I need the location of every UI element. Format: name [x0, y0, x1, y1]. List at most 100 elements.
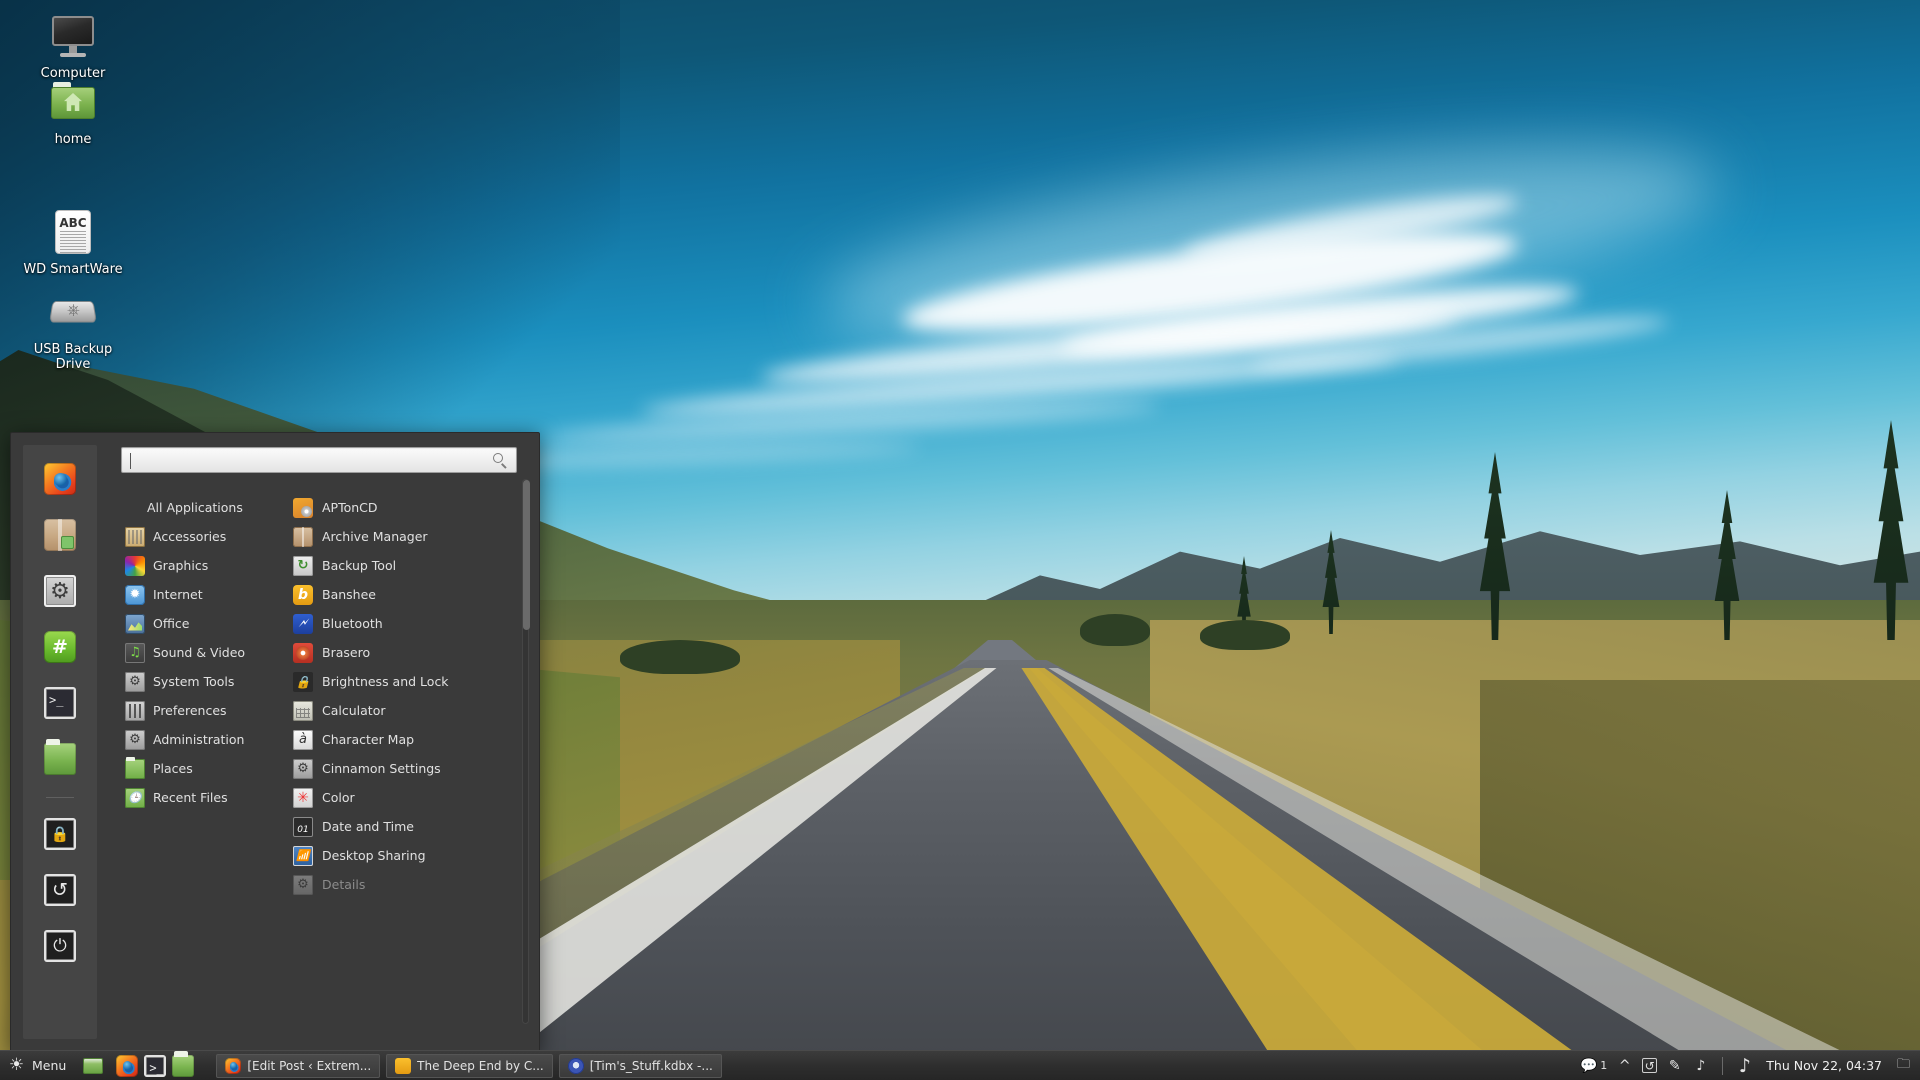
application-brasero[interactable]: Brasero [287, 638, 529, 667]
favorite-shutdown[interactable] [40, 926, 80, 966]
application-backup-tool[interactable]: Backup Tool [287, 551, 529, 580]
quicklaunch-firefox-icon[interactable] [116, 1054, 139, 1077]
category-label: System Tools [153, 674, 235, 689]
application-color[interactable]: Color [287, 783, 529, 812]
application-list-scrollbar[interactable] [522, 479, 530, 1024]
favorite-log-out[interactable] [40, 870, 80, 910]
folder-icon [44, 739, 76, 775]
category-internet[interactable]: Internet [119, 580, 287, 609]
cinnamon-application-menu[interactable]: All Applications Accessories Graphics In… [10, 432, 540, 1052]
application-archive-manager[interactable]: Archive Manager [287, 522, 529, 551]
favorite-system-settings[interactable] [40, 571, 80, 611]
category-label: All Applications [147, 500, 243, 515]
scrollbar-thumb[interactable] [523, 480, 530, 630]
hash-chat-icon [44, 631, 76, 663]
favorite-lock-screen[interactable] [40, 814, 80, 854]
category-office[interactable]: Office [119, 609, 287, 638]
favorites-separator [46, 797, 74, 798]
quick-launch-area[interactable] [106, 1050, 195, 1077]
desktop-icon-wd-smartware[interactable]: ABC WD SmartWare [18, 208, 128, 277]
application-desktop-sharing[interactable]: Desktop Sharing [287, 841, 529, 870]
application-label: Calculator [322, 703, 386, 718]
menu-category-list[interactable]: All Applications Accessories Graphics In… [119, 491, 287, 1039]
power-icon [44, 930, 76, 962]
window-button-firefox[interactable]: [Edit Post ‹ Extrem... [216, 1053, 381, 1078]
desktop-sharing-icon [293, 845, 313, 866]
menu-search-box[interactable] [121, 447, 517, 473]
application-label: Details [322, 877, 366, 892]
office-icon [125, 613, 145, 634]
window-title: [Tim's_Stuff.kdbx -... [589, 1058, 713, 1073]
quicklaunch-files-icon[interactable] [172, 1050, 195, 1077]
sound-video-icon [125, 642, 145, 663]
system-tray[interactable]: 💬 1 ^ ↺ ✎ ♪ ♪ Thu Nov 22, 04:37 🗀 [1580, 1055, 1920, 1077]
application-calculator[interactable]: Calculator [287, 696, 529, 725]
desktop-icon-home[interactable]: home [18, 78, 128, 147]
application-brightness-and-lock[interactable]: Brightness and Lock [287, 667, 529, 696]
category-administration[interactable]: Administration [119, 725, 287, 754]
desktop-icon-usb-backup-drive[interactable]: ⎈ USB Backup Drive [18, 288, 128, 372]
category-label: Internet [153, 587, 203, 602]
menu-button[interactable]: Menu [0, 1051, 76, 1080]
update-manager-icon[interactable]: ↺ [1642, 1058, 1658, 1073]
workspace-switcher-icon[interactable]: 🗀 [1895, 1057, 1912, 1074]
menu-columns: All Applications Accessories Graphics In… [119, 491, 529, 1039]
application-character-map[interactable]: Character Map [287, 725, 529, 754]
taskbar-panel[interactable]: Menu [Edit Post ‹ Extrem... The Deep End… [0, 1050, 1920, 1080]
application-bluetooth[interactable]: Bluetooth [287, 609, 529, 638]
application-banshee[interactable]: Banshee [287, 580, 529, 609]
category-recent-files[interactable]: Recent Files [119, 783, 287, 812]
quicklaunch-terminal-icon[interactable] [144, 1054, 167, 1077]
category-label: Accessories [153, 529, 227, 544]
window-list[interactable]: [Edit Post ‹ Extrem... The Deep End by C… [194, 1053, 722, 1078]
banshee-note-icon[interactable]: ♪ [1736, 1055, 1753, 1077]
home-folder-icon [49, 78, 97, 126]
favorite-chat[interactable] [40, 627, 80, 667]
application-label: Character Map [322, 732, 415, 747]
firefox-icon [225, 1057, 242, 1074]
banshee-icon [395, 1057, 412, 1074]
application-date-and-time[interactable]: Date and Time [287, 812, 529, 841]
archive-manager-icon [293, 526, 313, 547]
character-map-icon [293, 729, 313, 750]
favorite-terminal[interactable] [40, 683, 80, 723]
show-desktop-button[interactable] [80, 1054, 106, 1078]
desktop[interactable]: Computer home ABC WD SmartWare ⎈ USB Bac… [0, 0, 1920, 1080]
application-details[interactable]: Details [287, 870, 529, 899]
application-label: Date and Time [322, 819, 414, 834]
application-cinnamon-settings[interactable]: Cinnamon Settings [287, 754, 529, 783]
favorite-firefox[interactable] [40, 459, 80, 499]
window-title: [Edit Post ‹ Extrem... [247, 1058, 372, 1073]
category-graphics[interactable]: Graphics [119, 551, 287, 580]
wallpaper-shrub [620, 640, 740, 674]
window-button-keepass[interactable]: [Tim's_Stuff.kdbx -... [558, 1053, 722, 1078]
category-system-tools[interactable]: System Tools [119, 667, 287, 696]
category-preferences[interactable]: Preferences [119, 696, 287, 725]
category-all-applications[interactable]: All Applications [119, 493, 287, 522]
category-places[interactable]: Places [119, 754, 287, 783]
application-label: Brasero [322, 645, 371, 660]
category-sound-and-video[interactable]: Sound & Video [119, 638, 287, 667]
menu-favorites-panel[interactable] [23, 445, 97, 1039]
window-button-banshee[interactable]: The Deep End by C... [386, 1053, 553, 1078]
preferences-icon [125, 700, 145, 721]
gears-icon [44, 575, 76, 607]
favorite-files[interactable] [40, 739, 80, 779]
date-time-icon [293, 816, 313, 837]
desktop-icon-computer[interactable]: Computer [18, 12, 128, 81]
banshee-icon [293, 584, 313, 605]
category-accessories[interactable]: Accessories [119, 522, 287, 551]
sound-note-icon[interactable]: ♪ [1692, 1057, 1709, 1074]
chevron-up-icon[interactable]: ^ [1616, 1057, 1633, 1074]
messages-tray-icon[interactable]: 💬 [1580, 1057, 1597, 1074]
favorite-software-manager[interactable] [40, 515, 80, 555]
backup-tool-icon [293, 555, 313, 576]
application-aptoncd[interactable]: APTonCD [287, 493, 529, 522]
search-input[interactable] [122, 453, 516, 467]
clock[interactable]: Thu Nov 22, 04:37 [1762, 1058, 1886, 1073]
search-icon [492, 452, 508, 469]
keepass-tray-icon[interactable]: ✎ [1666, 1057, 1683, 1074]
application-label: APTonCD [322, 500, 378, 515]
administration-icon [125, 729, 145, 750]
menu-application-list[interactable]: APTonCD Archive Manager Backup Tool Bans… [287, 491, 529, 1039]
